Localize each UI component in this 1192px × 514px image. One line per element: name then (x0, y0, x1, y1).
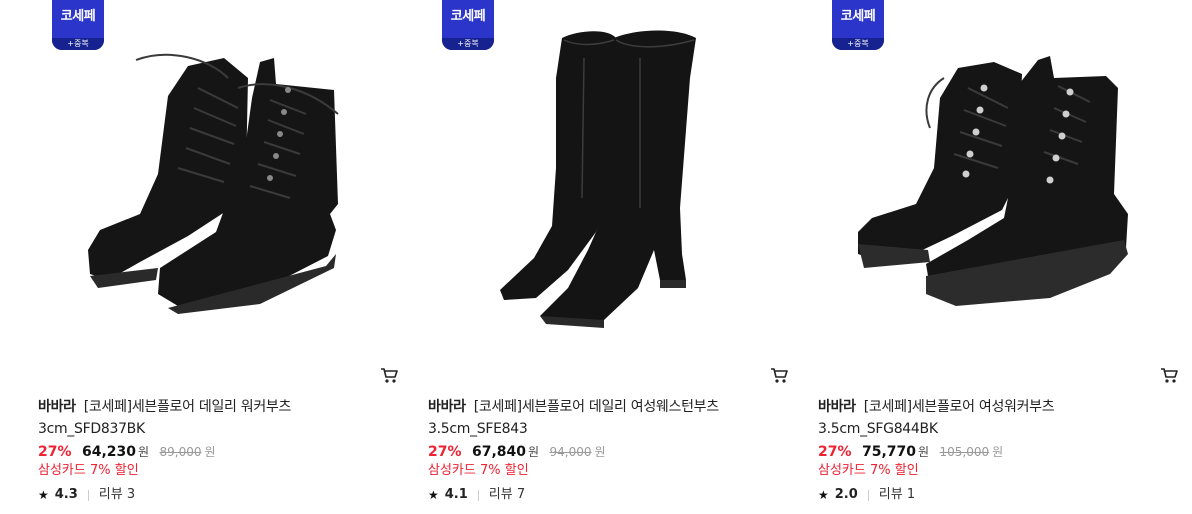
currency-unit: 원 (528, 445, 540, 459)
original-price: 94,000 (549, 445, 592, 459)
product-info: 바바라 [코세페]세븐플로어 데일리 워커부츠 3cm_SFD837BK 27% … (38, 396, 378, 504)
divider (87, 489, 89, 501)
sale-price: 75,770 (861, 444, 916, 460)
add-to-cart-button[interactable] (379, 365, 399, 385)
discount-rate: 27% (428, 444, 462, 460)
product-title[interactable]: 바바라 [코세페]세븐플로어 데일리 워커부츠 (38, 396, 378, 418)
original-currency-unit: 원 (594, 445, 606, 459)
sale-price: 67,840 (471, 444, 526, 460)
rating-row: ★ 4.1 리뷰 7 (428, 486, 768, 504)
star-icon: ★ (428, 488, 439, 502)
star-icon: ★ (818, 488, 829, 502)
sale-price: 64,230 (81, 444, 136, 460)
product-name: [코세페]세븐플로어 데일리 여성웨스턴부츠 (473, 399, 719, 415)
rating-score: 4.1 (444, 487, 468, 502)
product-info: 바바라 [코세페]세븐플로어 여성워커부츠 3.5cm_SFG844BK 27% … (818, 396, 1158, 504)
review-count[interactable]: 리뷰 1 (879, 486, 915, 504)
product-name: [코세페]세븐플로어 데일리 워커부츠 (83, 399, 292, 415)
review-count[interactable]: 리뷰 7 (489, 486, 525, 504)
product-card[interactable]: 코세페 +중복 바바라 [코세페]세븐플로어 데일리 여성웨스턴부츠 3.5cm… (428, 0, 788, 514)
brand-name: 바바라 (38, 399, 76, 415)
brand-name: 바바라 (428, 399, 466, 415)
divider (477, 489, 479, 501)
product-title[interactable]: 바바라 [코세페]세븐플로어 데일리 여성웨스턴부츠 (428, 396, 768, 418)
rating-row: ★ 4.3 리뷰 3 (38, 486, 378, 504)
discount-rate: 27% (818, 444, 852, 460)
currency-unit: 원 (918, 445, 930, 459)
add-to-cart-button[interactable] (1159, 365, 1179, 385)
add-to-cart-button[interactable] (769, 365, 789, 385)
original-price: 105,000 (939, 445, 990, 459)
product-model: 3.5cm_SFE843 (428, 421, 528, 437)
star-icon: ★ (38, 488, 49, 502)
rating-score: 2.0 (834, 487, 858, 502)
cart-icon (771, 368, 788, 383)
divider (867, 489, 869, 501)
product-model: 3.5cm_SFG844BK (818, 421, 938, 437)
price-row: 27% 64,230 원 89,000 원 (38, 442, 378, 462)
cart-icon (381, 368, 398, 383)
card-promotion: 삼성카드 7% 할인 (428, 463, 529, 478)
product-image[interactable] (38, 18, 378, 340)
product-info: 바바라 [코세페]세븐플로어 데일리 여성웨스턴부츠 3.5cm_SFE843 2… (428, 396, 768, 504)
original-currency-unit: 원 (204, 445, 216, 459)
product-model: 3cm_SFD837BK (38, 421, 145, 437)
product-card[interactable]: 코세페 +중복 (38, 0, 398, 514)
product-image[interactable] (818, 18, 1158, 340)
original-currency-unit: 원 (992, 445, 1004, 459)
price-row: 27% 75,770 원 105,000 원 (818, 442, 1158, 462)
cart-icon (1161, 368, 1178, 383)
product-image[interactable] (428, 18, 768, 340)
product-card[interactable]: 코세페 +중복 (818, 0, 1178, 514)
discount-rate: 27% (38, 444, 72, 460)
rating-row: ★ 2.0 리뷰 1 (818, 486, 1158, 504)
rating-score: 4.3 (54, 487, 78, 502)
currency-unit: 원 (138, 445, 150, 459)
card-promotion: 삼성카드 7% 할인 (38, 463, 139, 478)
product-title[interactable]: 바바라 [코세페]세븐플로어 여성워커부츠 (818, 396, 1158, 418)
brand-name: 바바라 (818, 399, 856, 415)
card-promotion: 삼성카드 7% 할인 (818, 463, 919, 478)
review-count[interactable]: 리뷰 3 (99, 486, 135, 504)
product-name: [코세페]세븐플로어 여성워커부츠 (863, 399, 1055, 415)
original-price: 89,000 (159, 445, 202, 459)
price-row: 27% 67,840 원 94,000 원 (428, 442, 768, 462)
